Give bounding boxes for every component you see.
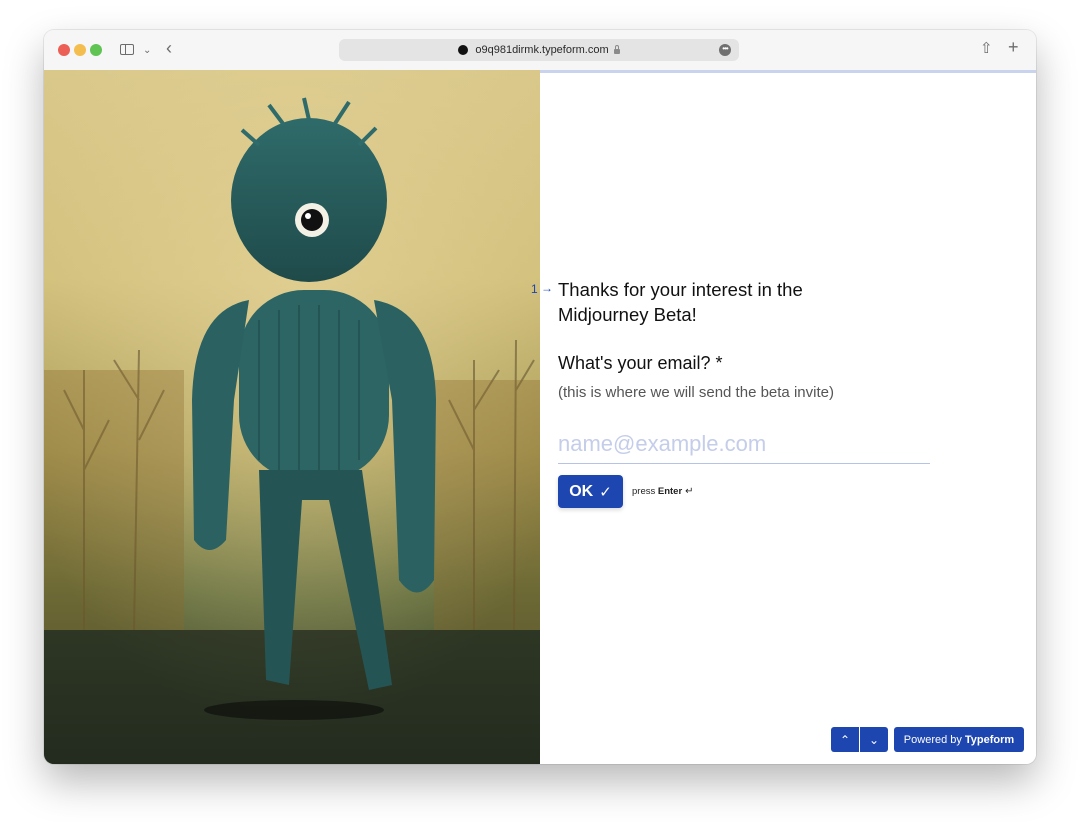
zoom-window-button[interactable] [90,44,102,56]
email-question-label: What's your email? * [558,353,723,373]
url-text: o9q981dirmk.typeform.com [475,44,609,56]
chevron-down-icon: ⌄ [868,732,880,747]
address-bar[interactable]: o9q981dirmk.typeform.com ••• [339,39,739,61]
email-question-hint: (this is where we will send the beta inv… [558,384,834,401]
enter-label: Enter [657,486,683,497]
more-options-icon[interactable]: ••• [719,44,731,56]
chevron-down-icon[interactable]: ⌄ [143,40,151,62]
site-favicon-icon [458,45,469,55]
browser-toolbar: ⌄ ‹ o9q981dirmk.typeform.com ••• ⇧ + [44,30,1036,71]
ok-button[interactable]: OK ✓ [558,475,623,508]
ok-button-label: OK [569,482,594,500]
lock-icon [613,44,620,54]
close-window-button[interactable] [58,44,70,56]
share-icon[interactable]: ⇧ [980,38,993,60]
previous-question-button[interactable]: ⌃ [831,727,859,752]
monster-artwork-image [44,70,540,764]
powered-by-typeform-link[interactable]: Powered by Typeform [894,727,1024,752]
back-icon[interactable]: ‹ [166,37,172,59]
press-enter-hint: press Enter ↵ [632,486,694,497]
intro-title: Thanks for your interest in the Midjourn… [558,279,803,325]
question-number: 1 [531,282,538,296]
sidebar-toggle-icon[interactable] [120,44,134,55]
form-pane [540,73,1036,764]
browser-window: ⌄ ‹ o9q981dirmk.typeform.com ••• ⇧ + [44,30,1036,764]
chevron-up-icon: ⌃ [839,732,851,747]
powered-by-prefix: Powered by [903,733,962,746]
press-label: press [632,486,656,497]
minimize-window-button[interactable] [74,44,86,56]
check-icon: ✓ [599,483,612,501]
email-input[interactable] [558,425,930,464]
question-arrow-icon: → [541,281,553,295]
new-tab-icon[interactable]: + [1008,36,1019,58]
next-question-button[interactable]: ⌄ [860,727,888,752]
enter-icon: ↵ [685,486,694,497]
typeform-brand: Typeform [964,733,1015,746]
